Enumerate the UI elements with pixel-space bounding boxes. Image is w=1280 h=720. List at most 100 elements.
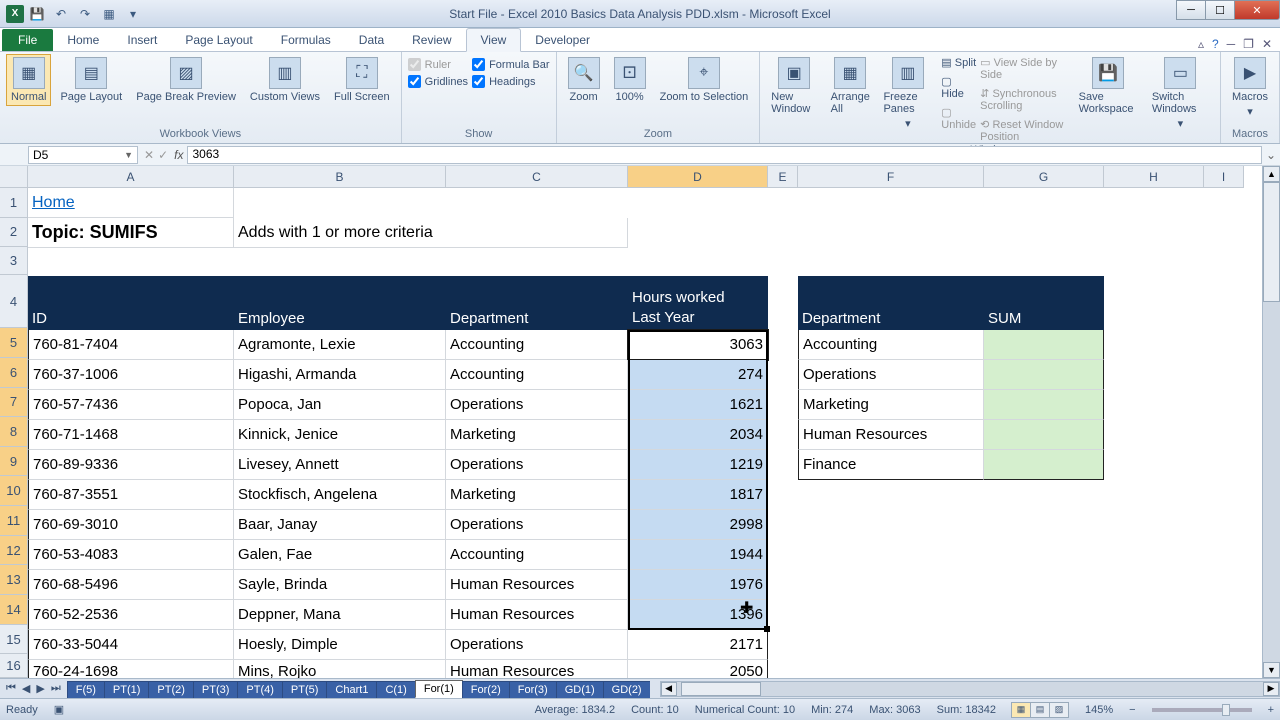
- cell-B10[interactable]: Stockfisch, Angelena: [234, 480, 446, 510]
- undo-icon[interactable]: ↶: [50, 3, 72, 25]
- formula-bar-expand-icon[interactable]: ⌄: [1262, 148, 1280, 162]
- sheet-nav[interactable]: ⏮◀▶⏭: [0, 682, 67, 695]
- cell-G4[interactable]: SUM: [984, 276, 1104, 330]
- cell-C14[interactable]: Human Resources: [446, 600, 628, 630]
- sheet-tab-for2[interactable]: For(2): [462, 681, 510, 698]
- sheet-tab-gd1[interactable]: GD(1): [556, 681, 604, 698]
- freeze-panes-button[interactable]: ▥Freeze Panes ▾: [878, 54, 937, 133]
- zoom-in-icon[interactable]: +: [1268, 704, 1274, 716]
- cell-D8[interactable]: 2034: [628, 420, 768, 450]
- sheet-tab-pt4[interactable]: PT(4): [237, 681, 283, 698]
- cell-B14[interactable]: Deppner, Mana: [234, 600, 446, 630]
- save-icon[interactable]: 💾: [26, 3, 48, 25]
- row-header-16[interactable]: 16: [0, 654, 28, 678]
- cell-B2[interactable]: Adds with 1 or more criteria: [234, 218, 628, 248]
- row-header-1[interactable]: 1: [0, 188, 28, 218]
- tab-view[interactable]: View: [466, 28, 522, 52]
- cell-C10[interactable]: Marketing: [446, 480, 628, 510]
- sheet-tab-pt5[interactable]: PT(5): [282, 681, 328, 698]
- scroll-up-icon[interactable]: ▲: [1263, 166, 1280, 182]
- col-header-E[interactable]: E: [768, 166, 798, 188]
- headings-checkbox[interactable]: Headings: [472, 75, 550, 88]
- row-header-13[interactable]: 13: [0, 565, 28, 595]
- cell-B7[interactable]: Popoca, Jan: [234, 390, 446, 420]
- cell-A15[interactable]: 760-33-5044: [28, 630, 234, 660]
- sheet-tab-c1[interactable]: C(1): [376, 681, 415, 698]
- column-headers[interactable]: ABCDEFGHI: [28, 166, 1244, 188]
- zoom-selection-button[interactable]: ⌖Zoom to Selection: [655, 54, 754, 106]
- cell-F4[interactable]: Department: [798, 276, 984, 330]
- sheet-tab-pt3[interactable]: PT(3): [193, 681, 239, 698]
- row-header-2[interactable]: 2: [0, 218, 28, 248]
- cell-G5[interactable]: [984, 330, 1104, 360]
- row-header-9[interactable]: 9: [0, 447, 28, 477]
- row-header-14[interactable]: 14: [0, 595, 28, 625]
- save-workspace-button[interactable]: 💾Save Workspace: [1074, 54, 1143, 118]
- cell-C11[interactable]: Operations: [446, 510, 628, 540]
- cell-G8[interactable]: [984, 420, 1104, 450]
- cell-A10[interactable]: 760-87-3551: [28, 480, 234, 510]
- cell-F9[interactable]: Finance: [798, 450, 984, 480]
- status-rec-icon[interactable]: ▣: [54, 703, 64, 716]
- cell-A1[interactable]: Home: [28, 188, 234, 218]
- tab-home[interactable]: Home: [53, 29, 113, 51]
- sheet-tab-for1[interactable]: For(1): [415, 680, 463, 698]
- row-header-11[interactable]: 11: [0, 506, 28, 536]
- cell-D9[interactable]: 1219: [628, 450, 768, 480]
- file-tab[interactable]: File: [2, 29, 53, 51]
- horizontal-scrollbar[interactable]: ◀▶: [660, 681, 1280, 697]
- col-header-C[interactable]: C: [446, 166, 628, 188]
- cell-D13[interactable]: 1976: [628, 570, 768, 600]
- scroll-down-icon[interactable]: ▼: [1263, 662, 1280, 678]
- zoom-out-icon[interactable]: −: [1129, 704, 1135, 716]
- maximize-button[interactable]: ☐: [1205, 0, 1235, 20]
- row-header-12[interactable]: 12: [0, 536, 28, 566]
- row-header-6[interactable]: 6: [0, 358, 28, 388]
- hide-button[interactable]: ▢ Hide: [941, 75, 976, 100]
- view-mode-buttons[interactable]: ▦ ▤ ▨: [1012, 702, 1069, 718]
- select-all-corner[interactable]: [0, 166, 28, 188]
- fill-handle[interactable]: [764, 626, 770, 632]
- fx-icon[interactable]: fx: [174, 148, 187, 162]
- col-header-D[interactable]: D: [628, 166, 768, 188]
- worksheet-grid[interactable]: ABCDEFGHI 12345678910111213141516 HomeTo…: [0, 166, 1280, 678]
- split-button[interactable]: ▤ Split: [941, 56, 976, 69]
- tab-page-layout[interactable]: Page Layout: [171, 29, 266, 51]
- cell-D7[interactable]: 1621: [628, 390, 768, 420]
- row-header-10[interactable]: 10: [0, 476, 28, 506]
- macros-button[interactable]: ▶Macros ▾: [1227, 54, 1273, 121]
- cell-D12[interactable]: 1944: [628, 540, 768, 570]
- zoom-slider[interactable]: [1152, 708, 1252, 712]
- vertical-scrollbar[interactable]: ▲ ▼: [1262, 166, 1280, 678]
- page-layout-view-icon[interactable]: ▤: [1030, 702, 1050, 718]
- cell-A13[interactable]: 760-68-5496: [28, 570, 234, 600]
- row-header-3[interactable]: 3: [0, 247, 28, 275]
- cell-F7[interactable]: Marketing: [798, 390, 984, 420]
- cell-A8[interactable]: 760-71-1468: [28, 420, 234, 450]
- cell-D15[interactable]: 2171: [628, 630, 768, 660]
- row-header-15[interactable]: 15: [0, 625, 28, 655]
- arrange-all-button[interactable]: ▦Arrange All: [826, 54, 874, 118]
- qat-dropdown-icon[interactable]: ▾: [122, 3, 144, 25]
- cell-D14[interactable]: 1396: [628, 600, 768, 630]
- switch-windows-button[interactable]: ▭Switch Windows ▾: [1147, 54, 1214, 133]
- cell-C5[interactable]: Accounting: [446, 330, 628, 360]
- row-header-5[interactable]: 5: [0, 328, 28, 358]
- sheet-tab-pt1[interactable]: PT(1): [104, 681, 150, 698]
- workbook-minimize-icon[interactable]: ─: [1227, 37, 1236, 51]
- cell-A6[interactable]: 760-37-1006: [28, 360, 234, 390]
- workbook-close-icon[interactable]: ✕: [1262, 37, 1272, 51]
- cell-A9[interactable]: 760-89-9336: [28, 450, 234, 480]
- sheet-tab-gd2[interactable]: GD(2): [603, 681, 650, 698]
- name-box[interactable]: D5▼: [28, 146, 138, 164]
- custom-views-button[interactable]: ▥Custom Views: [245, 54, 325, 106]
- cell-B4[interactable]: Employee: [234, 276, 446, 330]
- cell-A14[interactable]: 760-52-2536: [28, 600, 234, 630]
- cell-A2[interactable]: Topic: SUMIFS: [28, 218, 234, 248]
- cell-B6[interactable]: Higashi, Armanda: [234, 360, 446, 390]
- ruler-checkbox[interactable]: Ruler: [408, 58, 468, 71]
- help-icon[interactable]: ?: [1212, 37, 1219, 51]
- normal-view-icon[interactable]: ▦: [1011, 702, 1031, 718]
- page-break-view-icon[interactable]: ▨: [1049, 702, 1069, 718]
- col-header-I[interactable]: I: [1204, 166, 1244, 188]
